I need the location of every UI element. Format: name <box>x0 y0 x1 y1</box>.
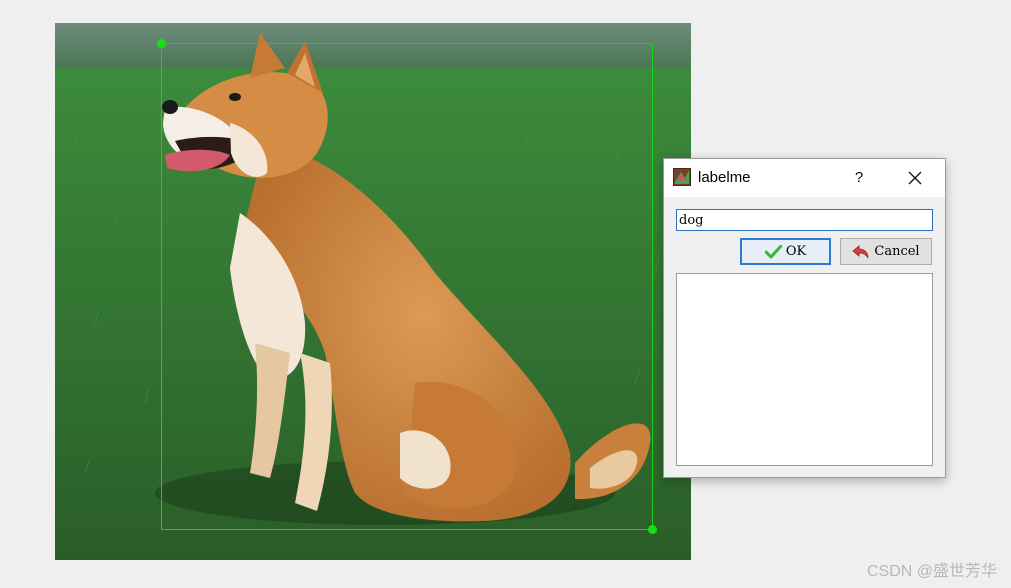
ok-label: OK <box>785 244 807 259</box>
help-button[interactable]: ? <box>844 163 874 193</box>
ok-button[interactable]: OK <box>740 238 831 265</box>
label-list[interactable] <box>676 273 933 466</box>
image-canvas[interactable] <box>55 23 691 560</box>
bbox-handle-bottom-right[interactable] <box>648 525 657 534</box>
dialog-titlebar[interactable]: labelme ? <box>664 159 945 197</box>
label-dialog: labelme ? OK Cancel <box>663 158 946 478</box>
cancel-label: Cancel <box>874 244 920 259</box>
label-input[interactable] <box>676 209 933 231</box>
close-icon <box>908 171 922 185</box>
checkmark-icon <box>764 244 782 258</box>
labelme-app-icon <box>673 168 691 186</box>
close-button[interactable] <box>897 163 933 193</box>
dialog-title: labelme <box>698 169 751 186</box>
question-icon: ? <box>854 169 864 186</box>
watermark: CSDN @盛世芳华 <box>866 563 997 580</box>
undo-arrow-icon <box>852 244 869 258</box>
bounding-box[interactable] <box>157 39 657 534</box>
bbox-handle-top-left[interactable] <box>157 39 166 48</box>
cancel-button[interactable]: Cancel <box>840 238 932 265</box>
